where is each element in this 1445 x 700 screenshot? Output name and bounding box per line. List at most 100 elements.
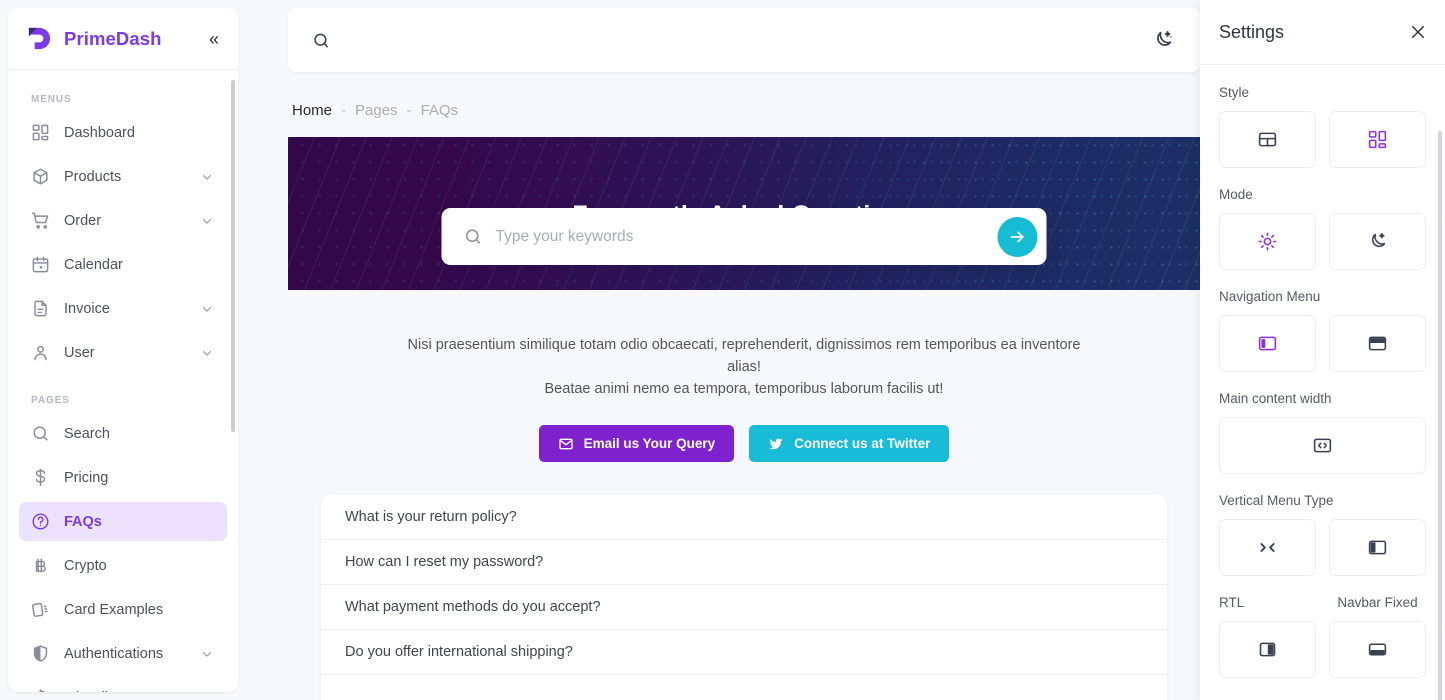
sidebar-scroll-area[interactable]: MENUS Dashboard Products Order Calendar … <box>8 70 238 692</box>
sidebar-item-label: User <box>64 345 186 361</box>
sidebar-item-label: Card Examples <box>64 602 214 618</box>
settings-option-panel-right[interactable] <box>1219 621 1316 678</box>
faq-description-line1: Nisi praesentium similique totam odio ob… <box>408 337 1081 375</box>
faq-item[interactable] <box>321 675 1167 700</box>
sidebar-item-label: FAQs <box>64 514 214 530</box>
settings-option-layout-grid[interactable] <box>1329 111 1426 168</box>
settings-option-code-brackets[interactable] <box>1219 417 1426 474</box>
navbar-search-input[interactable] <box>340 32 1152 48</box>
navbar-top-icon <box>1367 333 1388 354</box>
settings-option-group <box>1219 417 1426 474</box>
search-icon <box>464 227 483 246</box>
sidebar-item-order[interactable]: Order <box>19 201 227 240</box>
sidebar-item-pricing[interactable]: Pricing <box>19 458 227 497</box>
layout-grid-icon <box>1367 129 1388 150</box>
sidebar-item-card-examples[interactable]: Card Examples <box>19 590 227 629</box>
sidebar-item-crypto[interactable]: Crypto <box>19 546 227 585</box>
gear-icon <box>31 688 50 692</box>
settings-title: Settings <box>1219 22 1409 43</box>
sidebar-collapse-icon[interactable]: « <box>206 28 222 50</box>
settings-group-label: Style <box>1219 85 1426 100</box>
sidebar-scrollbar[interactable] <box>231 80 235 432</box>
sidebar-item-miscellaneous[interactable]: Miscellaneous <box>19 678 227 692</box>
settings-group-label: RTL <box>1219 595 1316 610</box>
sidebar-item-faqs[interactable]: FAQs <box>19 502 227 541</box>
faq-item[interactable]: Do you offer international shipping? <box>321 630 1167 675</box>
faq-item[interactable]: How can I reset my password? <box>321 540 1167 585</box>
chevron-down-icon <box>200 214 214 228</box>
twitter-connect-button[interactable]: Connect us at Twitter <box>749 425 949 462</box>
shield-icon <box>31 644 50 663</box>
sidebar-item-invoice[interactable]: Invoice <box>19 289 227 328</box>
sidebar-item-label: Miscellaneous <box>64 690 186 693</box>
cta-button-group: Email us Your Query Connect us at Twitte… <box>288 425 1200 462</box>
calendar-icon <box>31 255 50 274</box>
settings-option-moon[interactable] <box>1329 213 1426 270</box>
search-icon <box>312 31 330 50</box>
primedash-logo-icon <box>26 25 53 52</box>
settings-option-group <box>1219 213 1426 270</box>
faq-item[interactable]: What is your return policy? <box>321 495 1167 540</box>
sidebar-item-authentications[interactable]: Authentications <box>19 634 227 673</box>
sidebar-item-calendar[interactable]: Calendar <box>19 245 227 284</box>
dollar-icon <box>31 468 50 487</box>
search-icon <box>31 424 50 443</box>
settings-option-sidebar-left[interactable] <box>1219 315 1316 372</box>
sidebar-section-label: PAGES <box>19 377 227 414</box>
sidebar-item-dashboard[interactable]: Dashboard <box>19 113 227 152</box>
breadcrumb: Home - Pages - FAQs <box>288 88 1200 137</box>
faq-item[interactable]: What payment methods do you accept? <box>321 585 1167 630</box>
sidebar-item-label: Order <box>64 213 186 229</box>
breadcrumb-item-faqs[interactable]: FAQs <box>421 102 459 119</box>
sidebar-item-user[interactable]: User <box>19 333 227 372</box>
collapse-arrows-icon <box>1257 537 1278 558</box>
sidebar-item-label: Authentications <box>64 646 186 662</box>
settings-option-sun[interactable] <box>1219 213 1316 270</box>
faq-accordion-list: What is your return policy? How can I re… <box>321 495 1167 700</box>
settings-option-group <box>1219 621 1426 678</box>
help-circle-icon <box>31 512 50 531</box>
twitter-icon <box>768 436 784 452</box>
settings-option-collapse-arrows[interactable] <box>1219 519 1316 576</box>
user-icon <box>31 343 50 362</box>
sidebar-item-search[interactable]: Search <box>19 414 227 453</box>
twitter-connect-label: Connect us at Twitter <box>794 436 930 451</box>
settings-option-navbar-fixed[interactable] <box>1329 621 1426 678</box>
breadcrumb-item-home[interactable]: Home <box>292 102 332 119</box>
faq-search-submit-button[interactable] <box>998 217 1038 257</box>
sidebar-item-label: Search <box>64 426 214 442</box>
close-icon[interactable] <box>1409 23 1427 41</box>
settings-option-layout-rows[interactable] <box>1219 111 1316 168</box>
settings-scrollbar[interactable] <box>1438 131 1442 700</box>
main-content: Home - Pages - FAQs Frequently Asked Que… <box>288 88 1200 700</box>
chevron-down-icon <box>200 691 214 693</box>
faq-search-input[interactable] <box>496 228 985 246</box>
faq-question: What is your return policy? <box>345 509 517 525</box>
sidebar-item-label: Dashboard <box>64 125 214 141</box>
settings-header: Settings <box>1200 0 1445 65</box>
faq-question: Do you offer international shipping? <box>345 644 573 660</box>
sun-icon <box>1257 231 1278 252</box>
sidebar-item-products[interactable]: Products <box>19 157 227 196</box>
cards-icon <box>31 600 50 619</box>
settings-group-label: Navigation Menu <box>1219 289 1426 304</box>
breadcrumb-item-pages[interactable]: Pages <box>355 102 398 119</box>
email-query-button[interactable]: Email us Your Query <box>539 425 735 462</box>
moon-icon <box>1367 231 1388 252</box>
cart-icon <box>31 211 50 230</box>
settings-option-panel-left[interactable] <box>1329 519 1426 576</box>
settings-group-label: Mode <box>1219 187 1426 202</box>
moon-icon[interactable] <box>1152 29 1174 51</box>
settings-option-navbar-top[interactable] <box>1329 315 1426 372</box>
sidebar: PrimeDash « MENUS Dashboard Products Ord… <box>8 8 238 692</box>
sidebar-section-label: MENUS <box>19 88 227 113</box>
faq-description: Nisi praesentium similique totam odio ob… <box>394 334 1094 400</box>
navbar-search[interactable] <box>312 31 1152 50</box>
settings-option-group <box>1219 519 1426 576</box>
settings-group-label: Main content width <box>1219 391 1426 406</box>
chevron-down-icon <box>200 346 214 360</box>
app-root: PrimeDash « MENUS Dashboard Products Ord… <box>0 0 1445 700</box>
sidebar-item-label: Pricing <box>64 470 214 486</box>
box-icon <box>31 167 50 186</box>
navbar-fixed-icon <box>1367 639 1388 660</box>
